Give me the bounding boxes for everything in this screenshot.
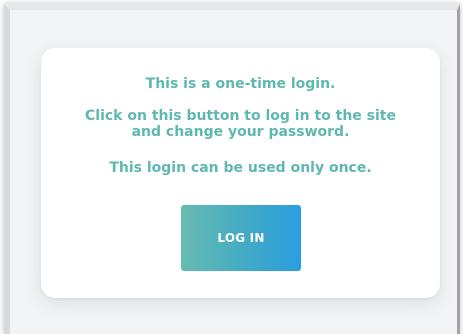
single-use-notice: This login can be used only once. [109, 160, 372, 176]
login-instructions-line-2: and change your password. [131, 124, 350, 140]
login-instructions: Click on this button to log in to the si… [41, 108, 440, 140]
log-in-button[interactable]: LOG IN [181, 205, 301, 271]
window-frame: This is a one-time login. Click on this … [4, 4, 460, 334]
one-time-login-card: This is a one-time login. Click on this … [41, 48, 440, 298]
one-time-login-heading: This is a one-time login. [145, 76, 336, 92]
login-instructions-line-1: Click on this button to log in to the si… [85, 108, 396, 124]
